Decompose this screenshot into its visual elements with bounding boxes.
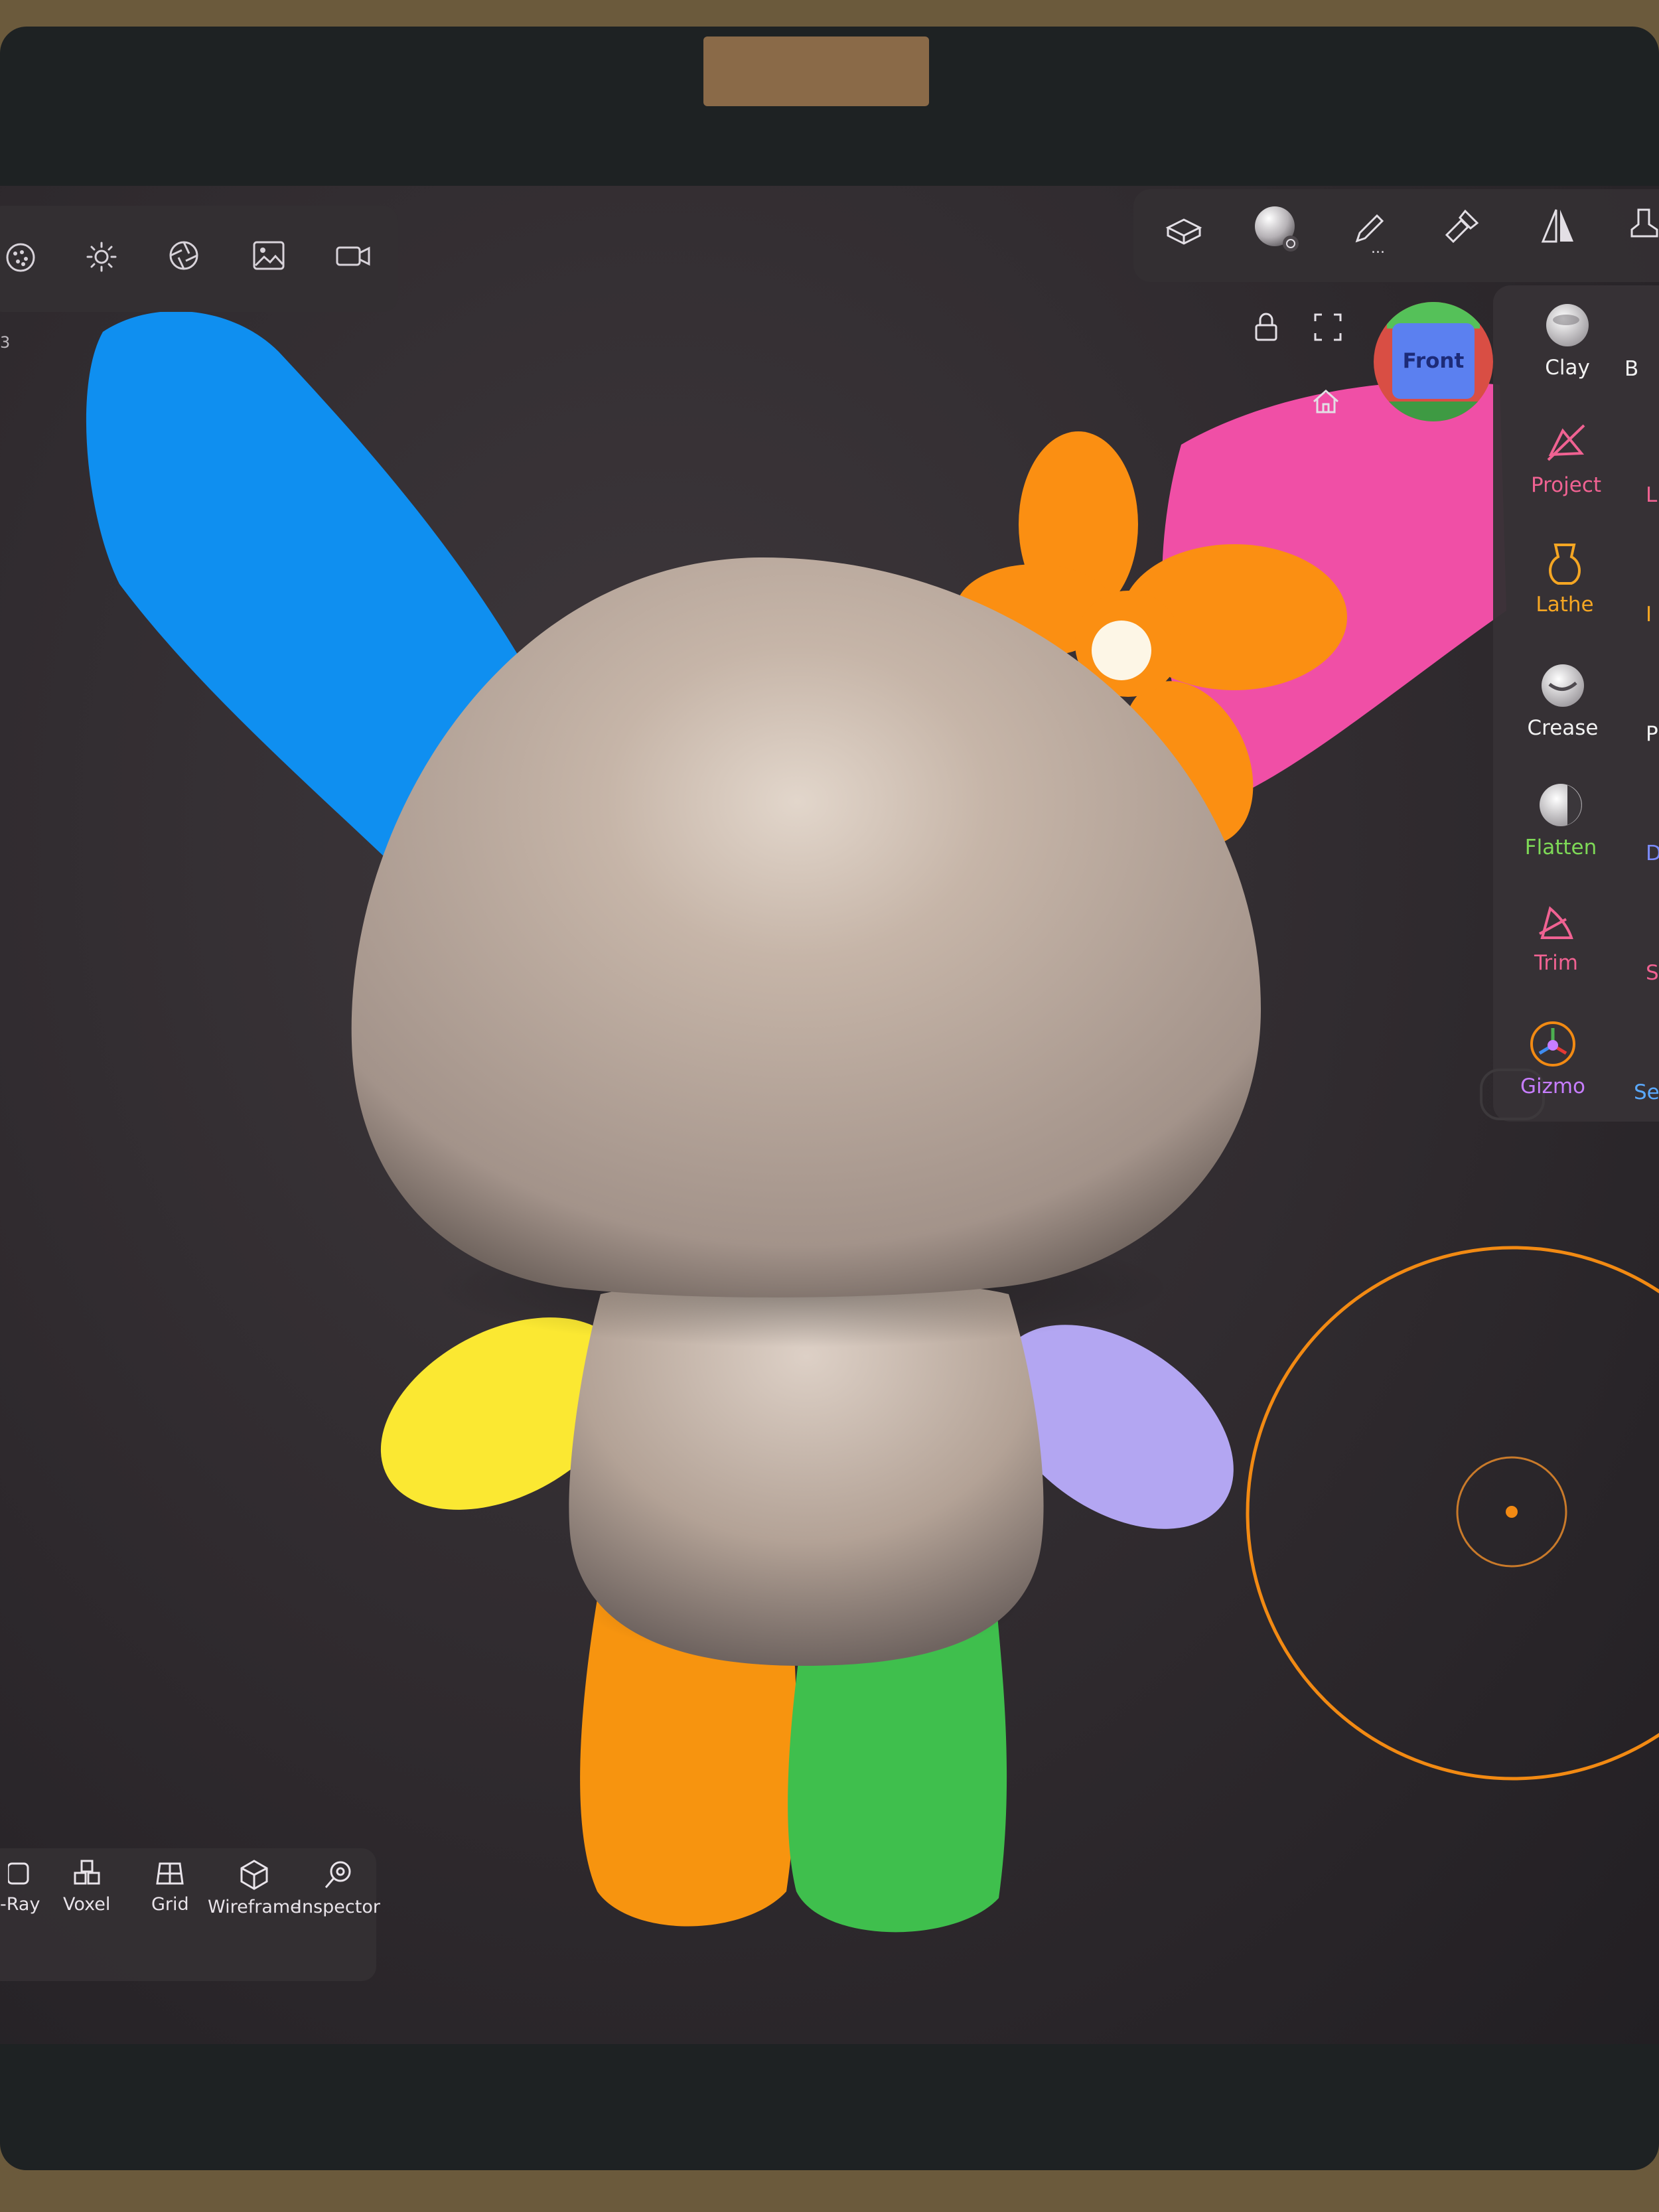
tool-label: Project [1530,473,1602,497]
tool-project[interactable]: Project [1500,421,1632,497]
tool-label: Clay [1545,356,1590,380]
home-icon[interactable] [1311,388,1340,415]
main-toolbar [1133,189,1659,282]
view-cube-label: Front [1392,323,1475,399]
tool-flatten[interactable]: Flatten [1494,780,1627,859]
xray-button[interactable]: -Ray [0,1858,40,1915]
flower-center [1092,621,1151,680]
tool-crease[interactable]: Crease [1496,660,1629,740]
clay-icon [1546,304,1589,346]
crease-icon [1542,664,1584,707]
camera-notch [703,37,929,106]
tool-label: Gizmo [1520,1074,1586,1098]
brush-center-dot [1506,1506,1518,1518]
camera-icon[interactable] [335,244,371,268]
lock-icon[interactable] [1253,312,1279,342]
image-icon[interactable] [252,240,285,271]
tool-label: Trim [1534,951,1578,975]
tool-i-partial[interactable]: I [1646,597,1659,627]
tool-p-partial[interactable]: P [1646,717,1659,746]
inspector-icon [325,1861,351,1888]
symmetry-icon[interactable] [1540,206,1577,246]
tool-d-partial[interactable]: D [1646,836,1659,865]
sun-icon[interactable] [85,240,118,273]
tool-label: Lathe [1536,593,1594,617]
tool-se-partial[interactable]: Se [1634,1075,1659,1104]
pencil-more-indicator: ... [1371,240,1385,257]
tool-clay[interactable]: Clay [1501,300,1634,380]
flatten-icon [1540,784,1582,826]
gizmo-icon [1530,1021,1575,1067]
wireframe-icon [240,1860,268,1890]
viewport[interactable]: 3 ... Front Clay Project Lathe Crease Fl… [0,186,1659,2044]
tool-lathe[interactable]: Lathe [1498,541,1631,617]
tool-label: Flatten [1524,836,1597,859]
tool-b-partial[interactable]: B [1624,352,1659,381]
tool-s-partial[interactable]: S [1646,956,1659,985]
trim-icon [1539,906,1573,939]
brush-icon[interactable] [1441,206,1482,247]
tool-trim[interactable]: Trim [1490,899,1623,975]
edge-text-fragment: 3 [0,333,11,352]
wireframe-button[interactable]: Wireframe [208,1858,301,1917]
stamp-icon[interactable] [1629,207,1659,244]
aperture-icon[interactable] [167,239,200,272]
voxel-button[interactable]: Voxel [63,1858,110,1915]
view-cube[interactable]: Front [1374,302,1493,421]
grid-button[interactable]: Grid [151,1858,189,1915]
tool-label: Crease [1527,716,1599,740]
grid-icon [156,1862,184,1885]
material-sphere-icon[interactable] [1251,202,1304,256]
matcap-icon[interactable] [5,242,36,273]
brush-radius-ring [1246,1246,1659,1781]
lathe-icon [1549,544,1581,585]
scene-cube-icon[interactable] [1163,209,1205,252]
xray-icon [8,1862,29,1885]
tool-l-partial[interactable]: L [1646,478,1659,507]
sculpt-scene[interactable] [0,186,1659,2044]
tool-gizmo[interactable]: Gizmo [1486,1019,1619,1098]
project-icon [1547,424,1585,461]
inspector-button[interactable]: Inspector [297,1858,380,1917]
fullscreen-icon[interactable] [1313,312,1343,342]
voxel-icon [74,1860,100,1885]
